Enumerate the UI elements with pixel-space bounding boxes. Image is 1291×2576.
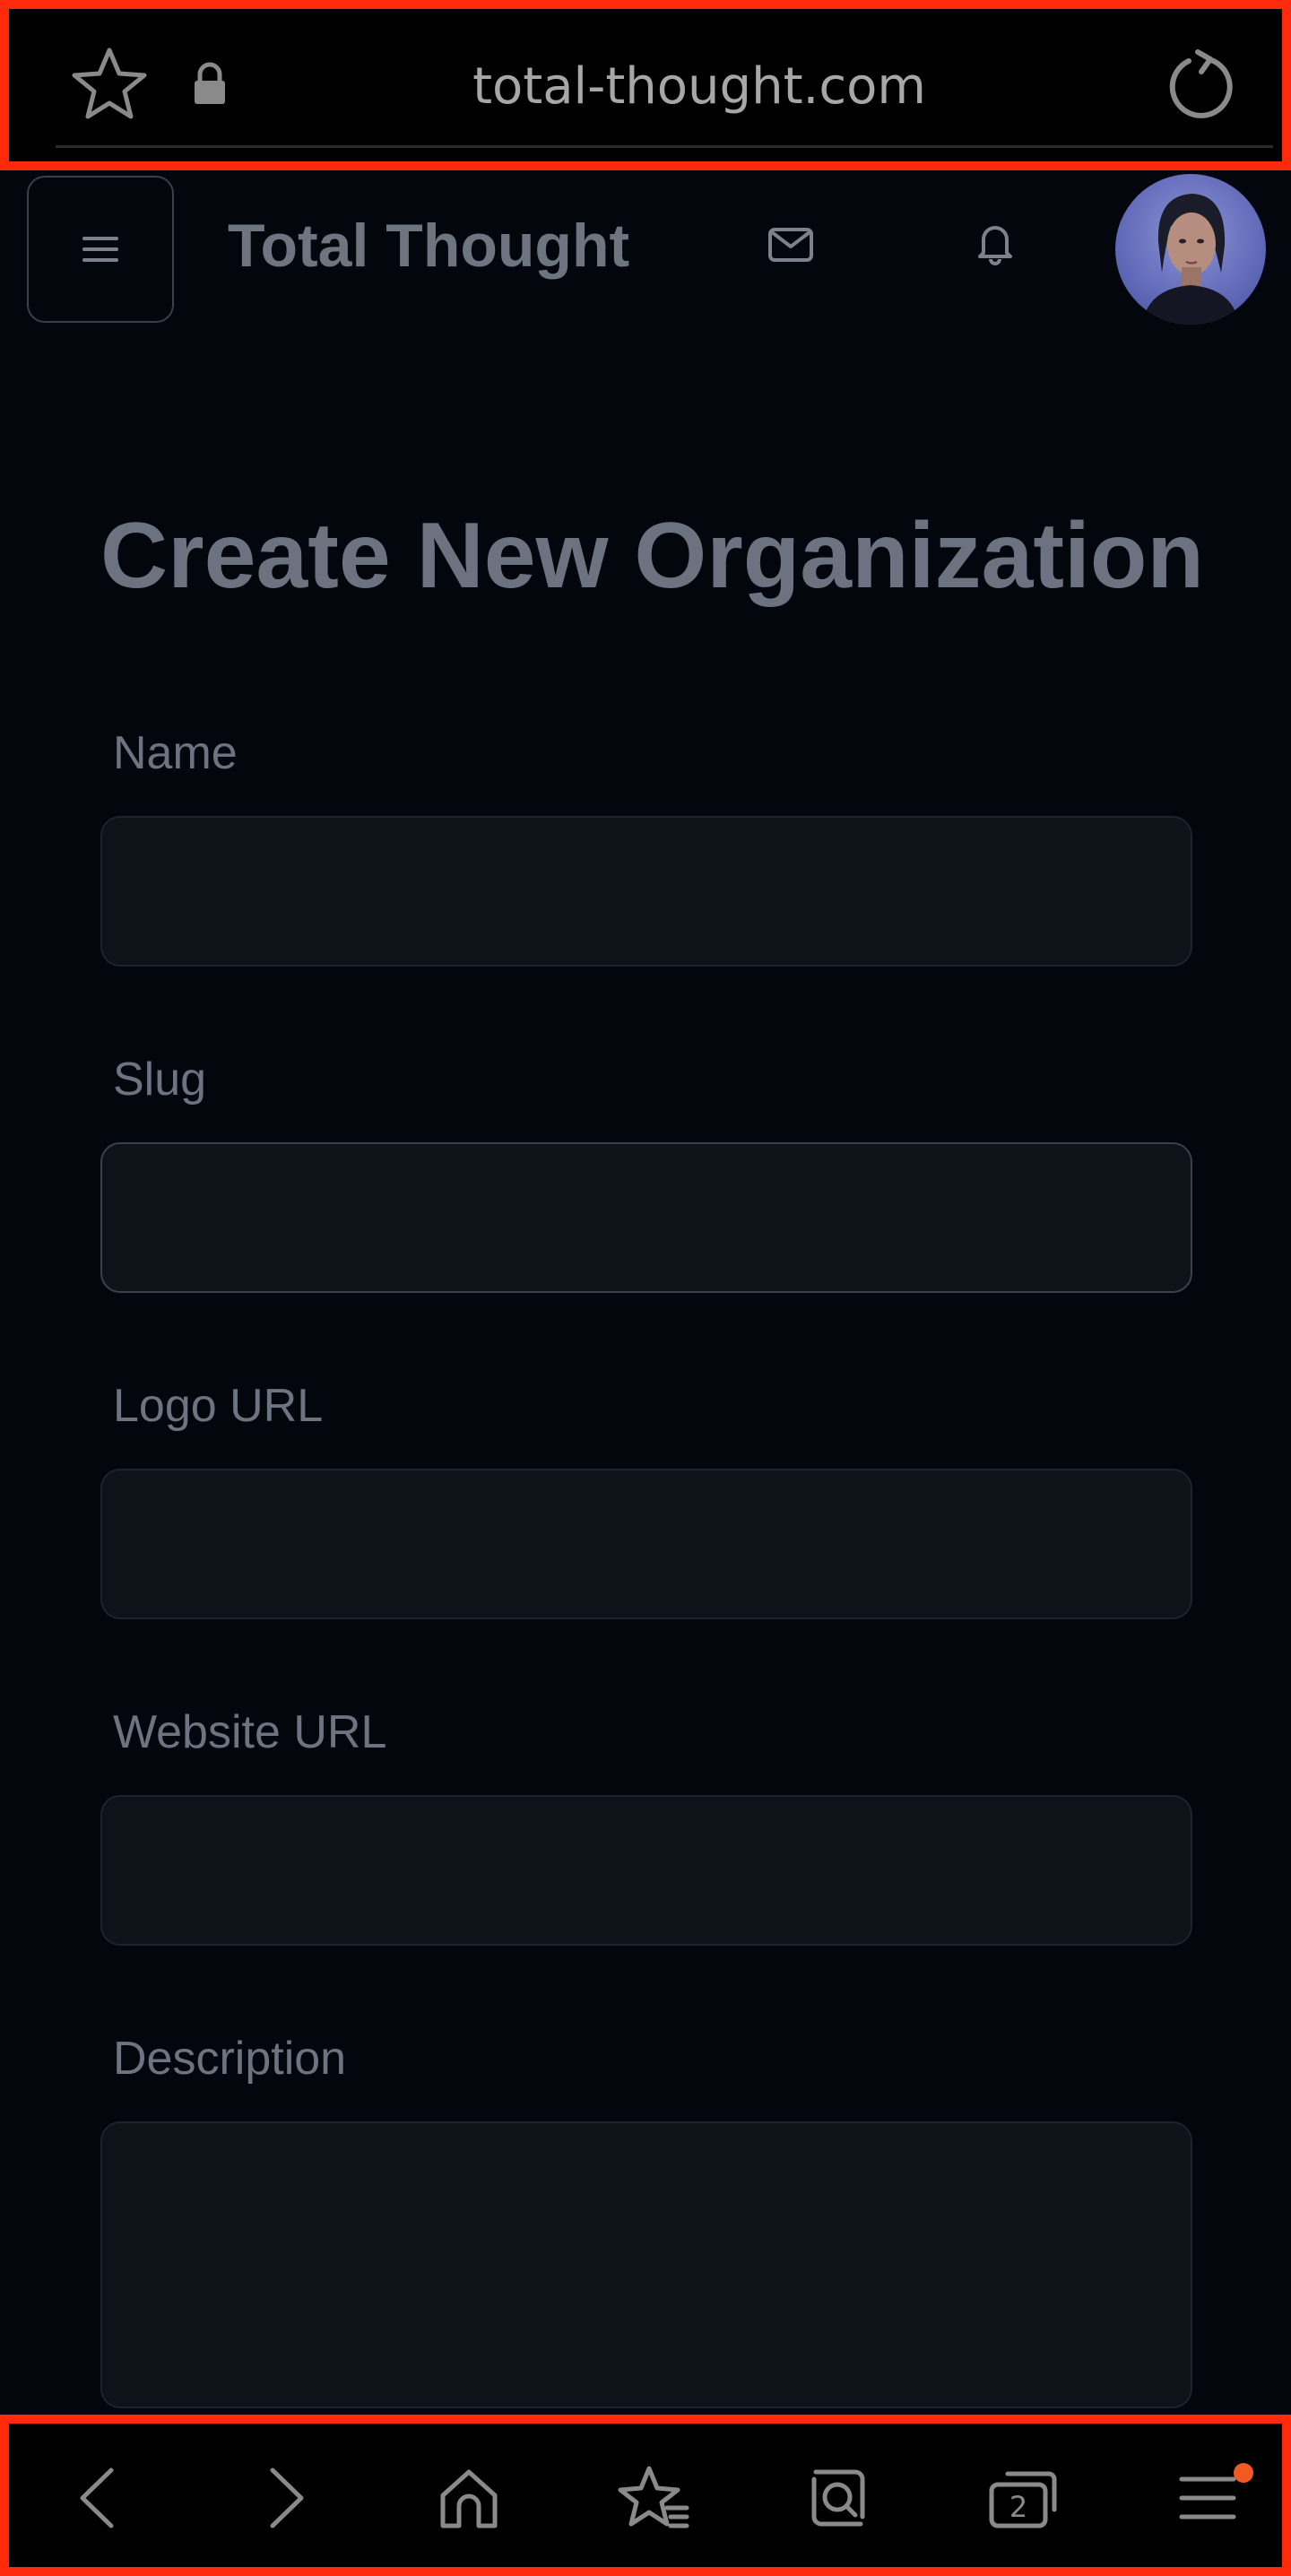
description-label: Description (113, 2033, 347, 2085)
back-icon[interactable] (59, 2458, 140, 2538)
notification-dot (1234, 2463, 1253, 2483)
slug-input[interactable] (100, 1142, 1192, 1293)
bookmarks-icon[interactable] (613, 2458, 694, 2538)
page-title: Create New Organization (100, 504, 1204, 608)
name-input[interactable] (100, 816, 1192, 967)
logo-url-input[interactable] (100, 1469, 1192, 1619)
name-label: Name (113, 727, 238, 779)
search-icon[interactable] (798, 2458, 879, 2538)
star-icon[interactable] (68, 43, 151, 126)
tab-count: 2 (1009, 2490, 1027, 2524)
name-field[interactable] (102, 818, 1191, 965)
bell-icon[interactable] (968, 215, 1022, 269)
website-url-input[interactable] (100, 1795, 1192, 1946)
website-url-label: Website URL (113, 1706, 387, 1758)
reload-icon[interactable] (1162, 48, 1237, 124)
slug-field[interactable] (102, 1144, 1191, 1291)
browser-bottom-nav: 2 (0, 2415, 1291, 2576)
lock-icon (195, 62, 225, 104)
hamburger-icon (82, 237, 118, 262)
website-url-field[interactable] (102, 1797, 1191, 1944)
page: total-thought.com Total Thought Create N… (0, 0, 1291, 2576)
app-header: Total Thought (0, 170, 1291, 341)
browser-url-bar: total-thought.com (0, 0, 1291, 170)
description-field[interactable] (102, 2123, 1191, 2407)
avatar[interactable] (1115, 174, 1266, 325)
menu-button[interactable] (27, 176, 174, 323)
logo-url-field[interactable] (102, 1470, 1191, 1618)
brand-title[interactable]: Total Thought (228, 210, 629, 282)
url-bar-divider (56, 145, 1273, 148)
slug-label: Slug (113, 1054, 207, 1106)
mail-icon[interactable] (764, 217, 818, 271)
forward-icon[interactable] (244, 2458, 325, 2538)
url-text[interactable]: total-thought.com (332, 56, 1067, 118)
logo-url-label: Logo URL (113, 1380, 324, 1432)
home-icon[interactable] (429, 2458, 509, 2538)
tabs-icon[interactable]: 2 (983, 2458, 1063, 2538)
description-input[interactable] (100, 2121, 1192, 2408)
